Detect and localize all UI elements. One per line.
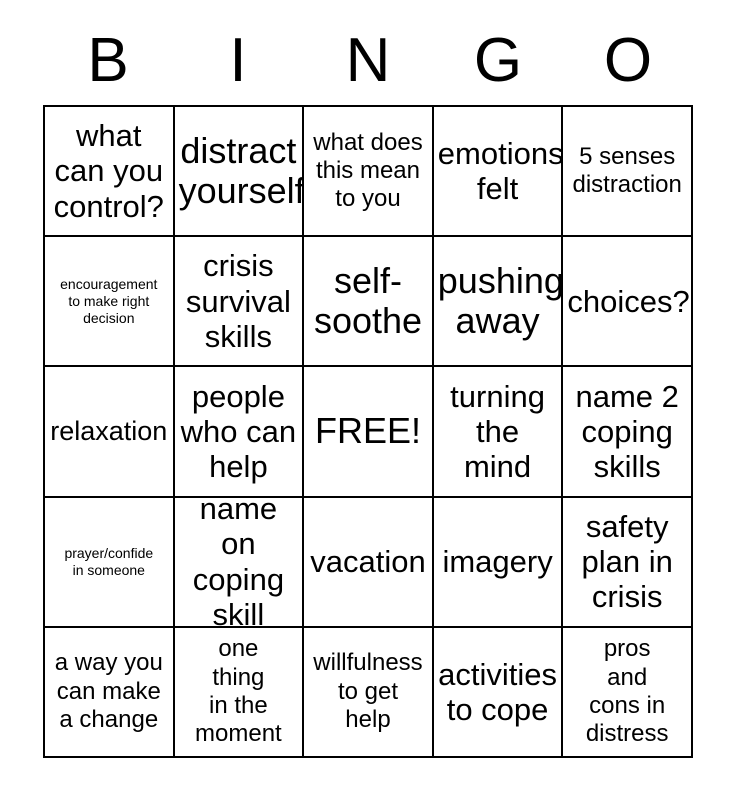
- bingo-cell-g2[interactable]: pushing away: [433, 237, 564, 368]
- bingo-cell-label: encouragement to make right decision: [60, 275, 158, 326]
- bingo-cell-o3[interactable]: name 2 coping skills: [563, 367, 693, 498]
- bingo-cell-label: pushing away: [437, 259, 564, 342]
- bingo-header-letters: B I N G O: [43, 24, 693, 98]
- bingo-cell-label: choices?: [567, 283, 690, 319]
- bingo-cell-b5[interactable]: a way you can make a change: [45, 627, 175, 759]
- bingo-row-5: a way you can make a change one thing in…: [45, 627, 693, 759]
- bingo-cell-i3[interactable]: people who can help: [174, 367, 305, 498]
- bingo-cell-b4[interactable]: prayer/confide in someone: [45, 497, 175, 628]
- bingo-cell-b2[interactable]: encouragement to make right decision: [45, 237, 175, 368]
- bingo-row-4: prayer/confide in someone name on coping…: [45, 497, 693, 628]
- bingo-cell-free-space[interactable]: FREE!: [304, 367, 434, 498]
- bingo-cell-label: name on coping skill: [192, 497, 285, 628]
- bingo-header-letter-g: G: [473, 26, 523, 95]
- bingo-cell-o1[interactable]: 5 senses distraction: [563, 107, 693, 238]
- bingo-cell-i2[interactable]: crisis survival skills: [174, 237, 305, 368]
- bingo-cell-label: people who can help: [180, 378, 297, 485]
- bingo-cell-b1[interactable]: what can you control?: [45, 107, 175, 238]
- bingo-cell-g5[interactable]: activities to cope: [433, 627, 564, 759]
- bingo-cell-n5[interactable]: willfulness to get help: [304, 627, 434, 759]
- bingo-cell-label: crisis survival skills: [185, 248, 291, 354]
- bingo-header-letter-b: B: [87, 26, 129, 95]
- bingo-grid: what can you control? distract yourself …: [43, 105, 693, 759]
- bingo-cell-label: 5 senses distraction: [572, 142, 682, 199]
- bingo-cell-i1[interactable]: distract yourself: [174, 107, 305, 238]
- bingo-cell-g1[interactable]: emotions felt: [433, 107, 564, 238]
- bingo-cell-i4[interactable]: name on coping skill: [174, 497, 305, 628]
- bingo-cell-label: safety plan in crisis: [581, 508, 673, 615]
- bingo-cell-label: one thing in the moment: [195, 635, 282, 748]
- bingo-cell-i5[interactable]: one thing in the moment: [174, 627, 305, 759]
- bingo-header-letter-n: N: [345, 26, 391, 95]
- bingo-cell-label: pros and cons in distress: [585, 635, 669, 748]
- bingo-cell-label: prayer/confide in someone: [64, 544, 154, 578]
- bingo-cell-o5[interactable]: pros and cons in distress: [563, 627, 693, 759]
- bingo-cell-label: self- soothe: [313, 259, 423, 342]
- bingo-header-letter-i: I: [229, 26, 247, 95]
- bingo-cell-n2[interactable]: self- soothe: [304, 237, 434, 368]
- bingo-header-letter-o: O: [603, 26, 653, 95]
- bingo-cell-label: imagery: [442, 544, 553, 580]
- bingo-cell-label: what can you control?: [53, 118, 164, 224]
- bingo-cell-label: vacation: [310, 544, 426, 580]
- bingo-row-2: encouragement to make right decision cri…: [45, 237, 693, 368]
- bingo-cell-o4[interactable]: safety plan in crisis: [563, 497, 693, 628]
- bingo-cell-label: willfulness to get help: [313, 649, 423, 734]
- bingo-row-3: relaxation people who can help FREE! tur…: [45, 367, 693, 498]
- bingo-cell-label: turning the mind: [450, 378, 545, 485]
- bingo-cell-b3[interactable]: relaxation: [45, 367, 175, 498]
- bingo-cell-label: what does this mean to you: [313, 128, 423, 213]
- bingo-cell-o2[interactable]: choices?: [563, 237, 693, 368]
- bingo-row-1: what can you control? distract yourself …: [45, 107, 693, 238]
- bingo-cell-label: a way you can make a change: [54, 649, 163, 734]
- bingo-cell-g4[interactable]: imagery: [433, 497, 564, 628]
- bingo-cell-label: activities to cope: [438, 656, 558, 727]
- bingo-cell-g3[interactable]: turning the mind: [433, 367, 564, 498]
- bingo-cell-label: distract yourself: [178, 129, 305, 212]
- bingo-cell-n4[interactable]: vacation: [304, 497, 434, 628]
- bingo-cell-n1[interactable]: what does this mean to you: [304, 107, 434, 238]
- bingo-cell-label: emotions felt: [437, 135, 564, 207]
- bingo-free-space-label: FREE!: [314, 410, 421, 452]
- bingo-card: B I N G O what can you control? distract…: [0, 0, 736, 800]
- bingo-cell-label: relaxation: [50, 415, 168, 446]
- bingo-cell-label: name 2 coping skills: [575, 378, 679, 485]
